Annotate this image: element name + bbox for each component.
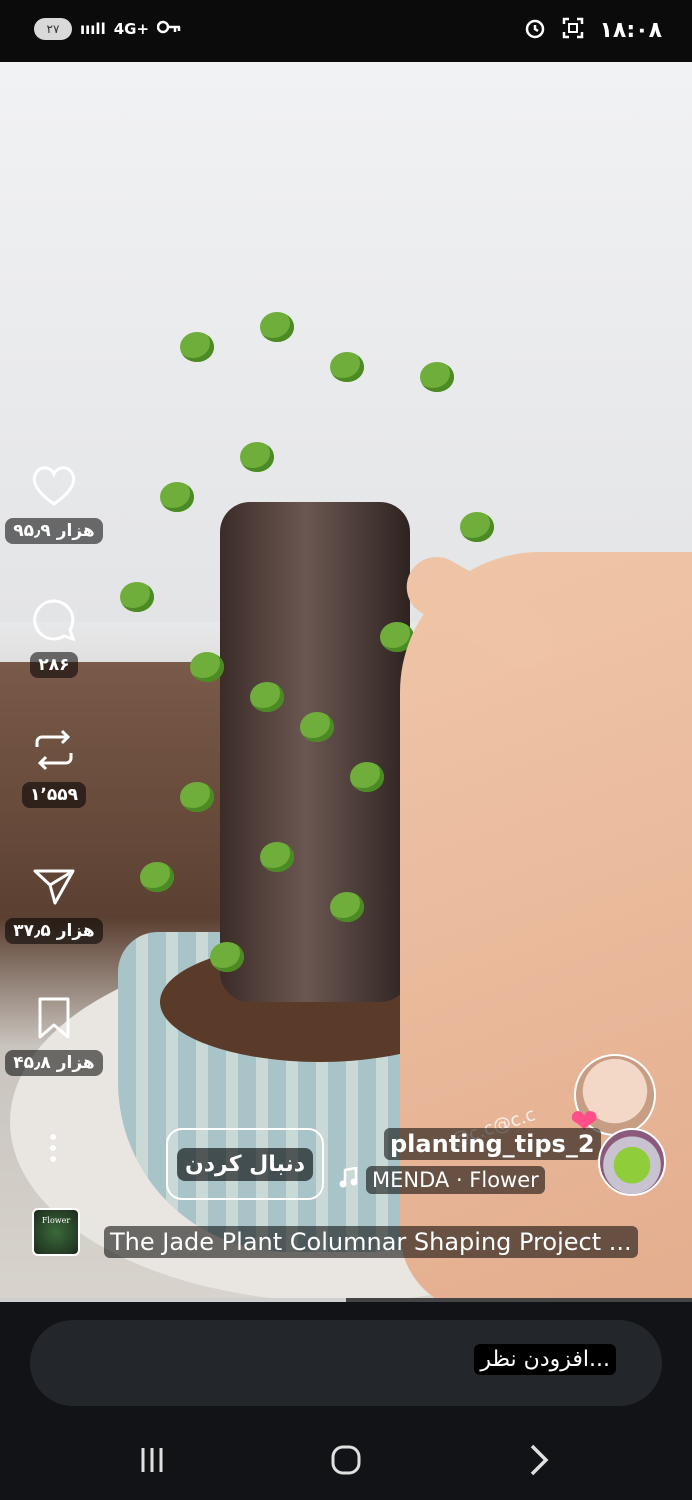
save-action[interactable]: ۴۵٫۸ هزار [5,992,103,1076]
more-options-icon[interactable] [48,1134,58,1162]
status-right: ۱۸:۰۸ [523,16,662,44]
recent-apps-button[interactable] [122,1440,182,1480]
screenshot-icon [561,16,585,44]
leaf [350,762,384,792]
music-title: MENDA · Flower [366,1166,545,1194]
alarm-icon [523,16,547,44]
network-type: 4G+ [113,20,150,38]
leaf [260,842,294,872]
home-button[interactable] [316,1440,376,1480]
leaf [460,512,494,542]
comment-placeholder: افزودن نظر... [474,1344,616,1375]
send-icon[interactable] [28,860,80,912]
profile-avatar[interactable] [598,1128,666,1196]
album-label: Flower [41,1216,71,1225]
leaf [330,352,364,382]
share-action[interactable]: ۳۷٫۵ هزار [5,860,103,944]
repost-count: ۱٬۵۵۹ [22,782,86,808]
leaf [180,782,214,812]
comment-count: ۲۸۶ [30,652,78,678]
leaf [120,582,154,612]
leaf [240,442,274,472]
follow-button[interactable]: دنبال کردن [166,1128,324,1200]
leaf [330,892,364,922]
leaf [140,862,174,892]
bookmark-icon[interactable] [28,992,80,1044]
leaf [250,682,284,712]
share-count: ۳۷٫۵ هزار [5,918,103,944]
video-player[interactable]: @c.c@c.c ❤ [0,62,692,1302]
comment-action[interactable]: ۲۸۶ [14,594,94,678]
follow-label: دنبال کردن [176,1147,314,1181]
music-note-icon [338,1166,358,1193]
save-count: ۴۵٫۸ هزار [5,1050,103,1076]
comment-composer: افزودن نظر... [0,1302,692,1420]
leaf [180,332,214,362]
comment-input[interactable]: افزودن نظر... [30,1320,662,1406]
repost-icon[interactable] [28,724,80,776]
username[interactable]: planting_tips_2 [384,1128,601,1160]
heart-icon[interactable] [28,460,80,512]
leaf [300,712,334,742]
system-nav-bar [0,1420,692,1500]
leaf [210,942,244,972]
clock: ۱۸:۰۸ [599,17,662,43]
caption[interactable]: The Jade Plant Columnar Shaping Project … [104,1226,638,1258]
key-icon [156,20,181,38]
status-bar: ۲۷ ıııll 4G+ ۱۸:۰۸ [0,0,692,62]
signal-icon: ıııll [80,20,106,38]
leaf [420,362,454,392]
status-left: ۲۷ ıııll 4G+ [34,18,181,40]
leaf [160,482,194,512]
album-art-thumbnail[interactable]: Flower [32,1208,80,1256]
leaf [190,652,224,682]
leaf [260,312,294,342]
like-count: ۹۵٫۹ هزار [5,518,103,544]
repost-action[interactable]: ۱٬۵۵۹ [14,724,94,808]
like-action[interactable]: ۹۵٫۹ هزار [5,460,103,544]
comment-icon[interactable] [28,594,80,646]
plant-column [220,502,410,1002]
music-info[interactable]: MENDA · Flower [338,1166,545,1194]
back-button[interactable] [510,1440,570,1480]
battery-indicator: ۲۷ [34,18,72,40]
